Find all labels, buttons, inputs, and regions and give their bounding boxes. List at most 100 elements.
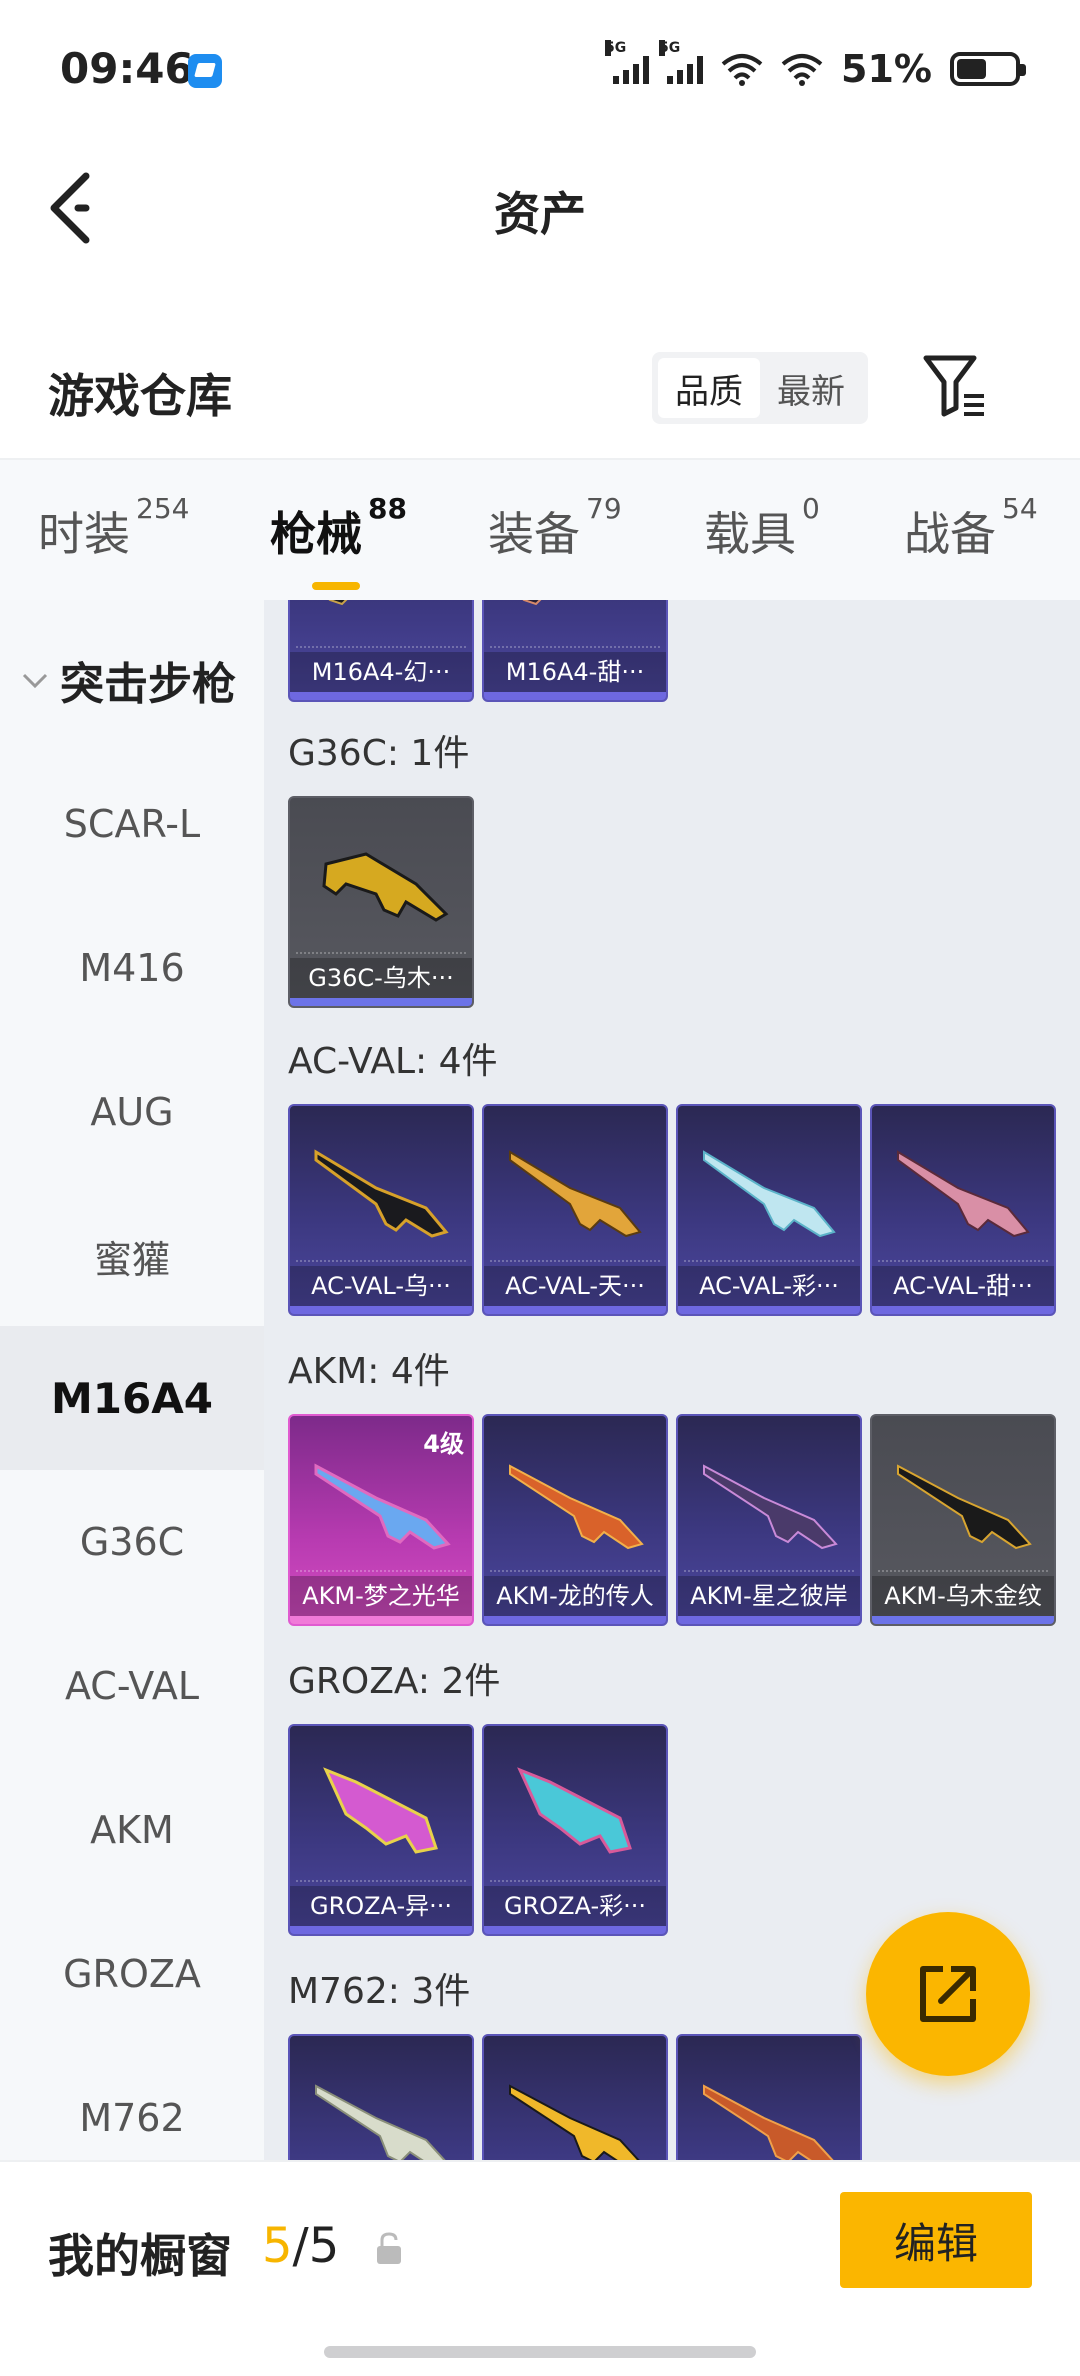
weapon-card[interactable]: GROZA-彩···: [482, 1724, 668, 1936]
wifi-icon-2: [781, 54, 823, 86]
sidebar-item-groza[interactable]: GROZA: [0, 1902, 264, 2046]
status-time: 09:46: [60, 44, 194, 93]
sidebar-item-akm[interactable]: AKM: [0, 1758, 264, 1902]
tab-count: 54: [1002, 492, 1038, 525]
rifle-icon: [517, 1767, 632, 1854]
showcase-current: 5: [262, 2218, 293, 2274]
warehouse-bar: 游戏仓库: [0, 330, 1080, 450]
sidebar-item-m16a4[interactable]: M16A4: [0, 1326, 264, 1470]
sidebar-item-honey-badger[interactable]: 蜜獾: [0, 1184, 264, 1328]
group-label-akm: AKM: 4件: [288, 1351, 450, 1392]
rifle-icon: [703, 1464, 838, 1550]
tab-vehicles[interactable]: 载具 0: [704, 492, 820, 564]
group-label-m762: M762: 3件: [288, 1971, 471, 2012]
signal-icon-2: 5G: [659, 40, 704, 84]
showcase-title: 我的橱窗: [48, 2229, 232, 2283]
rifle-icon: [703, 2084, 834, 2160]
tab-fashion[interactable]: 时装 254: [38, 492, 189, 564]
weapon-card[interactable]: AKM-乌木金纹: [870, 1414, 1056, 1626]
rifle-icon: [328, 600, 348, 606]
sidebar-item-g36c[interactable]: G36C: [0, 1470, 264, 1614]
showcase-total: 5: [308, 2218, 340, 2274]
weapon-card[interactable]: AC-VAL-天···: [482, 1104, 668, 1316]
weapon-sidebar: 突击步枪 SCAR-L M416 AUG 蜜獾 M16A4 G36C AC-VA…: [0, 600, 264, 2160]
group-label-ac-val: AC-VAL: 4件: [288, 1041, 498, 1082]
app-header: 资产: [0, 140, 1080, 270]
weapon-card-label: AKM-星之彼岸: [678, 1576, 860, 1616]
weapon-card-label: G36C-乌木···: [290, 958, 472, 998]
share-icon: [920, 1966, 976, 2022]
category-tabs: 时装 254 枪械 88 装备 79 载具 0 战备 54: [0, 458, 1080, 600]
weapon-card[interactable]: M16A4-甜···: [482, 600, 668, 702]
sort-toggle: 品质 最新: [652, 352, 868, 424]
sidebar-item-scar-l[interactable]: SCAR-L: [0, 752, 264, 896]
group-label-g36c: G36C: 1件: [288, 733, 470, 774]
sidebar-group-header[interactable]: 突击步枪: [0, 640, 264, 720]
weapon-card[interactable]: AKM-星之彼岸: [676, 1414, 862, 1626]
sidebar-group-label: 突击步枪: [60, 659, 236, 710]
rifle-icon: [703, 1150, 836, 1238]
battery-icon: [950, 52, 1026, 86]
home-indicator[interactable]: [324, 2346, 756, 2358]
sidebar-item-m762[interactable]: M762: [0, 2046, 264, 2160]
tab-label: 载具: [704, 507, 796, 561]
rifle-icon: [897, 1464, 1032, 1550]
weapon-card[interactable]: 4级 AKM-梦之光华: [288, 1414, 474, 1626]
notification-app-icon: [188, 54, 222, 88]
weapon-card-label: M16A4-幻···: [290, 652, 472, 692]
page-title: 资产: [494, 187, 586, 241]
tab-guns[interactable]: 枪械 88: [270, 492, 407, 590]
showcase-count: 5/5: [262, 2218, 339, 2274]
status-bar: 09:46 5G 5G 51%: [0, 0, 1080, 140]
group-label-groza: GROZA: 2件: [288, 1661, 501, 1702]
unlock-icon: [377, 2232, 401, 2264]
rifle-icon: [323, 1767, 438, 1854]
filter-icon[interactable]: [922, 352, 988, 422]
weapon-card[interactable]: [288, 2034, 474, 2160]
weapon-card[interactable]: AC-VAL-甜···: [870, 1104, 1056, 1316]
rifle-icon: [322, 852, 449, 922]
sort-newest-button[interactable]: 最新: [760, 358, 862, 418]
chevron-down-icon: [22, 673, 48, 689]
weapon-card[interactable]: AKM-龙的传人: [482, 1414, 668, 1626]
weapon-card[interactable]: G36C-乌木···: [288, 796, 474, 1008]
tab-label: 装备: [488, 507, 580, 561]
weapon-card-label: AKM-乌木金纹: [872, 1576, 1054, 1616]
edit-button[interactable]: 编辑: [840, 2192, 1032, 2288]
tab-count: 254: [136, 492, 190, 525]
weapon-card-label: AC-VAL-天···: [484, 1266, 666, 1306]
weapon-card-label: M16A4-甜···: [484, 652, 666, 692]
rifle-icon: [509, 1150, 642, 1238]
signal-tag: 5G: [605, 40, 627, 56]
tab-label: 战备: [904, 507, 996, 561]
weapon-card[interactable]: AC-VAL-乌···: [288, 1104, 474, 1316]
tab-tactical[interactable]: 战备 54: [904, 492, 1038, 564]
weapon-card-label: AKM-梦之光华: [290, 1576, 472, 1616]
rifle-icon: [509, 1464, 644, 1550]
rifle-icon: [509, 2084, 640, 2160]
sidebar-item-aug[interactable]: AUG: [0, 1040, 264, 1184]
tab-count: 88: [368, 492, 407, 525]
weapon-card[interactable]: [676, 2034, 862, 2160]
share-button[interactable]: [866, 1912, 1030, 2076]
sidebar-item-m416[interactable]: M416: [0, 896, 264, 1040]
rifle-icon: [314, 1463, 451, 1550]
weapon-card-label: GROZA-异···: [290, 1886, 472, 1926]
rifle-icon: [897, 1150, 1030, 1238]
weapon-card-label: AKM-龙的传人: [484, 1576, 666, 1616]
weapon-card[interactable]: AC-VAL-彩···: [676, 1104, 862, 1316]
tab-active-indicator: [312, 582, 360, 590]
wifi-icon: [721, 54, 763, 86]
weapon-card[interactable]: GROZA-异···: [288, 1724, 474, 1936]
weapon-card[interactable]: M16A4-幻···: [288, 600, 474, 702]
weapon-card[interactable]: [482, 2034, 668, 2160]
rifle-icon: [314, 1149, 449, 1238]
showcase-separator: /: [292, 2218, 309, 2274]
tab-equipment[interactable]: 装备 79: [488, 492, 622, 564]
sort-quality-button[interactable]: 品质: [658, 358, 760, 418]
weapon-card-label: GROZA-彩···: [484, 1886, 666, 1926]
showcase-bar: 我的橱窗 5/5 编辑: [0, 2160, 1080, 2376]
sidebar-item-ac-val[interactable]: AC-VAL: [0, 1614, 264, 1758]
tab-label: 枪械: [270, 507, 362, 561]
weapon-card-label: AC-VAL-彩···: [678, 1266, 860, 1306]
